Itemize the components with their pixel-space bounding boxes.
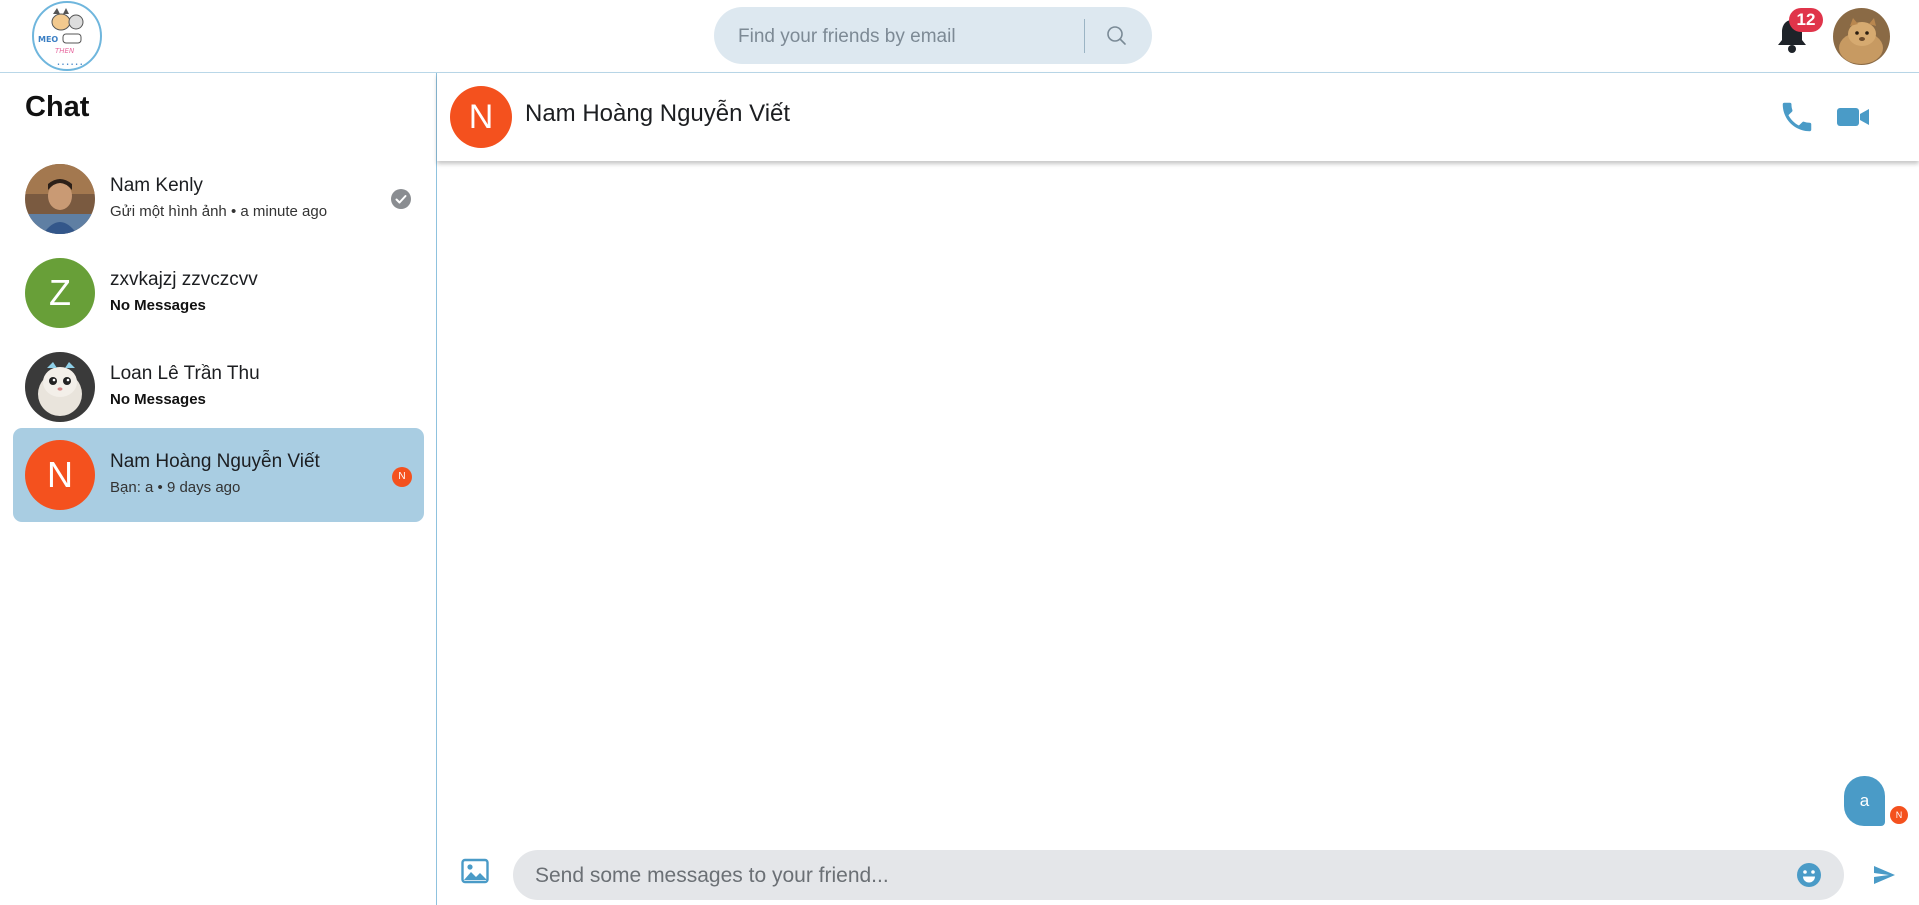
app-logo[interactable]: MEO THEN • • • • • • <box>29 0 105 73</box>
user-avatar[interactable] <box>1833 8 1890 65</box>
conversation-name: Loan Lê Trần Thu <box>110 363 260 384</box>
send-icon <box>1874 866 1895 884</box>
seen-check-icon <box>391 189 411 209</box>
conversation-preview: Bạn: a • 9 days ago <box>110 479 241 496</box>
image-icon <box>461 858 489 884</box>
video-camera-icon <box>1837 108 1869 126</box>
smiley-icon <box>1797 863 1821 887</box>
video-call-button[interactable] <box>1836 99 1870 135</box>
message-input-wrapper <box>513 850 1844 902</box>
conversation-preview: No Messages <box>110 297 206 314</box>
notification-count-badge: 12 <box>1789 8 1823 32</box>
search-icon <box>1107 26 1126 45</box>
chat-partner-avatar[interactable]: N <box>450 86 512 148</box>
emoji-button[interactable] <box>1796 862 1822 888</box>
svg-text:MEO: MEO <box>38 35 58 44</box>
friend-search <box>714 7 1152 66</box>
attach-image-button[interactable] <box>461 858 489 884</box>
conversation-name: Nam Kenly <box>110 175 203 196</box>
top-header: MEO THEN • • • • • • 12 <box>0 0 1919 73</box>
avatar-letter: N <box>468 98 494 136</box>
search-button[interactable] <box>1102 21 1132 51</box>
message-bubble-outgoing[interactable]: a <box>1844 776 1885 826</box>
chat-partner-name: Nam Hoàng Nguyễn Viết <box>525 100 791 127</box>
svg-text:THEN: THEN <box>55 47 75 55</box>
conversation-item[interactable]: Nam Kenly Gửi một hình ảnh • a minute ag… <box>13 152 424 246</box>
conversation-item[interactable]: Z zxvkajzj zzvczcvv No Messages <box>13 246 424 340</box>
search-divider <box>1084 19 1085 53</box>
avatar-letter: N <box>47 454 73 495</box>
conversation-name: Nam Hoàng Nguyễn Viết <box>110 451 320 472</box>
seen-avatar: N <box>1890 806 1908 824</box>
conversation-sidebar: Chat Nam Kenly Gửi một hình ảnh • a minu… <box>0 73 437 905</box>
conversation-preview: Gửi một hình ảnh • a minute ago <box>110 203 328 220</box>
message-input[interactable] <box>533 850 1787 902</box>
send-button[interactable] <box>1872 863 1896 887</box>
conversation-item[interactable]: Loan Lê Trần Thu No Messages <box>13 340 424 434</box>
chat-header: N Nam Hoàng Nguyễn Viết <box>437 73 1919 161</box>
voice-call-button[interactable] <box>1778 98 1816 136</box>
message-text: a <box>1859 791 1870 810</box>
seen-avatar: N <box>392 467 412 487</box>
message-composer <box>437 831 1919 905</box>
avatar <box>25 164 95 234</box>
avatar <box>25 352 95 422</box>
conversation-item-active[interactable]: N Nam Hoàng Nguyễn Viết Bạn: a • 9 days … <box>13 428 424 522</box>
search-input[interactable] <box>736 7 1090 66</box>
phone-icon <box>1782 102 1812 132</box>
svg-text:• • • • • •: • • • • • • <box>57 62 83 68</box>
conversation-name: zxvkajzj zzvczcvv <box>110 269 258 290</box>
avatar-letter: Z <box>49 272 71 313</box>
conversation-preview: No Messages <box>110 391 206 408</box>
sidebar-title: Chat <box>25 91 90 123</box>
avatar: Z <box>25 258 95 328</box>
message-list: a N <box>437 161 1919 831</box>
avatar: N <box>25 440 95 510</box>
